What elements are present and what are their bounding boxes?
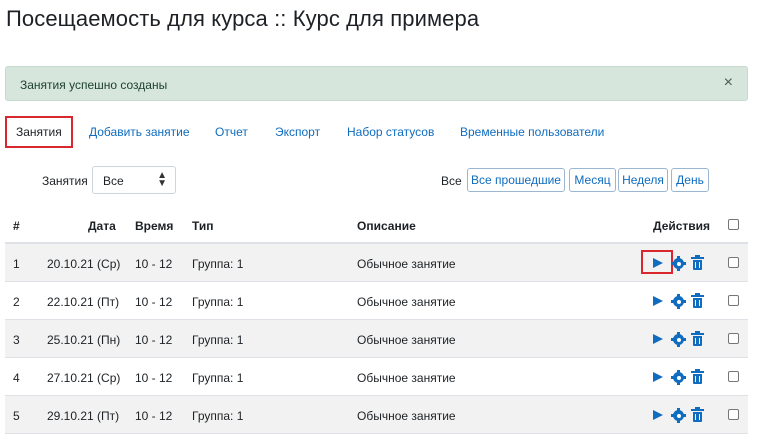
header-type: Тип bbox=[192, 219, 214, 233]
header-actions: Действия bbox=[653, 219, 711, 233]
sessions-table: # Дата Время Тип Описание Действия 1 20.1… bbox=[5, 206, 748, 434]
header-description: Описание bbox=[357, 219, 416, 233]
sessions-filter-label: Занятия bbox=[42, 174, 88, 188]
row-checkbox[interactable] bbox=[728, 333, 739, 344]
row-date: 20.10.21 (Ср) bbox=[47, 257, 121, 271]
trash-icon[interactable] bbox=[691, 293, 704, 308]
gear-icon[interactable] bbox=[671, 370, 686, 385]
alert-message: Занятия успешно созданы bbox=[20, 78, 168, 92]
play-icon[interactable] bbox=[653, 372, 663, 382]
trash-icon[interactable] bbox=[691, 255, 704, 270]
row-num: 4 bbox=[13, 371, 20, 385]
success-alert: Занятия успешно созданы × bbox=[5, 66, 748, 101]
gear-icon[interactable] bbox=[671, 408, 686, 423]
row-checkbox[interactable] bbox=[728, 295, 739, 306]
row-time: 10 - 12 bbox=[135, 333, 173, 347]
gear-icon[interactable] bbox=[671, 332, 686, 347]
trash-icon[interactable] bbox=[691, 331, 704, 346]
table-row: 5 29.10.21 (Пт) 10 - 12 Группа: 1 Обычное за… bbox=[5, 396, 748, 434]
row-checkbox[interactable] bbox=[728, 257, 739, 268]
trash-icon[interactable] bbox=[691, 369, 704, 384]
chevron-updown-icon: ▲ ▼ bbox=[157, 170, 167, 189]
row-type: Группа: 1 bbox=[192, 371, 244, 385]
gear-icon[interactable] bbox=[671, 294, 686, 309]
row-num: 3 bbox=[13, 333, 20, 347]
select-all-checkbox[interactable] bbox=[728, 219, 739, 230]
row-time: 10 - 12 bbox=[135, 371, 173, 385]
row-description: Обычное занятие bbox=[357, 409, 456, 423]
row-checkbox[interactable] bbox=[728, 371, 739, 382]
gear-icon[interactable] bbox=[671, 256, 686, 271]
play-icon[interactable] bbox=[653, 296, 663, 306]
period-week-button[interactable]: Неделя bbox=[618, 168, 668, 192]
row-num: 1 bbox=[13, 257, 20, 271]
trash-icon[interactable] bbox=[691, 407, 704, 422]
row-num: 2 bbox=[13, 295, 20, 309]
row-description: Обычное занятие bbox=[357, 333, 456, 347]
play-icon[interactable] bbox=[653, 258, 663, 268]
row-date: 27.10.21 (Ср) bbox=[47, 371, 121, 385]
row-checkbox[interactable] bbox=[728, 409, 739, 420]
row-time: 10 - 12 bbox=[135, 409, 173, 423]
period-day-button[interactable]: День bbox=[671, 168, 709, 192]
period-all-past-button[interactable]: Все прошедшие bbox=[467, 168, 565, 192]
period-label: Все bbox=[441, 174, 462, 188]
select-value: Все bbox=[103, 174, 124, 188]
row-description: Обычное занятие bbox=[357, 257, 456, 271]
period-month-button[interactable]: Месяц bbox=[569, 168, 616, 192]
row-date: 25.10.21 (Пн) bbox=[47, 333, 121, 347]
row-time: 10 - 12 bbox=[135, 295, 173, 309]
play-icon[interactable] bbox=[653, 410, 663, 420]
row-description: Обычное занятие bbox=[357, 295, 456, 309]
tab-export[interactable]: Экспорт bbox=[275, 116, 320, 148]
tab-temp-users[interactable]: Временные пользователи bbox=[460, 116, 604, 148]
tab-add-session[interactable]: Добавить занятие bbox=[89, 116, 190, 148]
tab-status-set[interactable]: Набор статусов bbox=[347, 116, 434, 148]
tabs-nav: Занятия Добавить занятие Отчет Экспорт Н… bbox=[5, 116, 748, 148]
table-row: 2 22.10.21 (Пт) 10 - 12 Группа: 1 Обычное за… bbox=[5, 282, 748, 320]
close-icon[interactable]: × bbox=[724, 75, 733, 91]
row-description: Обычное занятие bbox=[357, 371, 456, 385]
table-row: 1 20.10.21 (Ср) 10 - 12 Группа: 1 Обычное за… bbox=[5, 244, 748, 282]
table-row: 3 25.10.21 (Пн) 10 - 12 Группа: 1 Обычное за… bbox=[5, 320, 748, 358]
play-icon[interactable] bbox=[653, 334, 663, 344]
table-header: # Дата Время Тип Описание Действия bbox=[5, 206, 748, 244]
row-time: 10 - 12 bbox=[135, 257, 173, 271]
row-type: Группа: 1 bbox=[192, 295, 244, 309]
tab-sessions[interactable]: Занятия bbox=[5, 116, 73, 148]
header-num: # bbox=[13, 219, 20, 233]
row-type: Группа: 1 bbox=[192, 333, 244, 347]
row-type: Группа: 1 bbox=[192, 409, 244, 423]
tab-report[interactable]: Отчет bbox=[215, 116, 248, 148]
table-row: 4 27.10.21 (Ср) 10 - 12 Группа: 1 Обычное за… bbox=[5, 358, 748, 396]
table-body: 1 20.10.21 (Ср) 10 - 12 Группа: 1 Обычное за… bbox=[5, 244, 748, 434]
row-date: 29.10.21 (Пт) bbox=[47, 409, 120, 423]
header-time: Время bbox=[135, 219, 174, 233]
sessions-filter-select[interactable]: Все ▲ ▼ bbox=[92, 166, 176, 194]
page-title: Посещаемость для курса :: Курс для приме… bbox=[6, 6, 480, 31]
row-date: 22.10.21 (Пт) bbox=[47, 295, 120, 309]
row-num: 5 bbox=[13, 409, 20, 423]
row-type: Группа: 1 bbox=[192, 257, 244, 271]
header-date: Дата bbox=[88, 219, 116, 233]
